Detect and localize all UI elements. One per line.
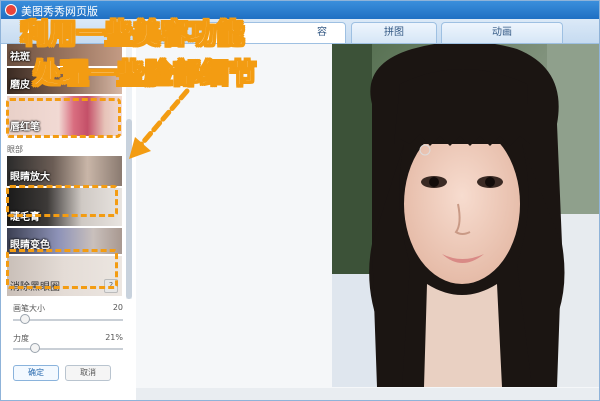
cancel-button[interactable]: 取消 <box>65 365 111 381</box>
brush-size-label: 画笔大小 <box>13 304 45 313</box>
highlight-mascara <box>6 185 118 217</box>
edited-photo[interactable] <box>332 44 599 387</box>
section-eye-label: 眼部 <box>7 145 23 154</box>
strength-label: 力度 <box>13 334 29 343</box>
tool-enlarge-eye[interactable]: 眼睛放大 <box>7 156 122 186</box>
strength-value: 21% <box>105 333 123 342</box>
canvas-area <box>136 44 599 400</box>
annotation-line-2: 处理一些脸部细节 <box>33 59 257 91</box>
tab-animation[interactable]: 动画 <box>441 22 563 43</box>
confirm-button[interactable]: 确定 <box>13 365 59 381</box>
strength-knob[interactable] <box>30 343 40 353</box>
tab-label: 拼图 <box>384 27 404 38</box>
status-bar <box>136 388 599 400</box>
brush-size-knob[interactable] <box>20 314 30 324</box>
tab-label: 容 <box>317 27 327 38</box>
annotation-line-1: 利用一些美容功能 <box>21 19 245 51</box>
tab-label: 动画 <box>492 27 512 38</box>
brush-size-value: 20 <box>112 303 123 312</box>
highlight-dark-circle <box>6 249 118 289</box>
highlight-lipstick <box>6 98 121 138</box>
tool-label: 磨皮 <box>10 80 30 91</box>
app-window: 美图秀秀网页版 容 拼图 动画 祛斑 磨皮 唇红笔 眼部 眼睛放大 睫毛膏 眼睛… <box>0 0 600 401</box>
meitu-logo-icon <box>5 4 17 16</box>
tab-collage[interactable]: 拼图 <box>351 22 437 43</box>
portrait-image <box>332 44 599 387</box>
tool-label: 眼睛放大 <box>10 172 50 183</box>
annotation-arrow <box>129 88 190 159</box>
